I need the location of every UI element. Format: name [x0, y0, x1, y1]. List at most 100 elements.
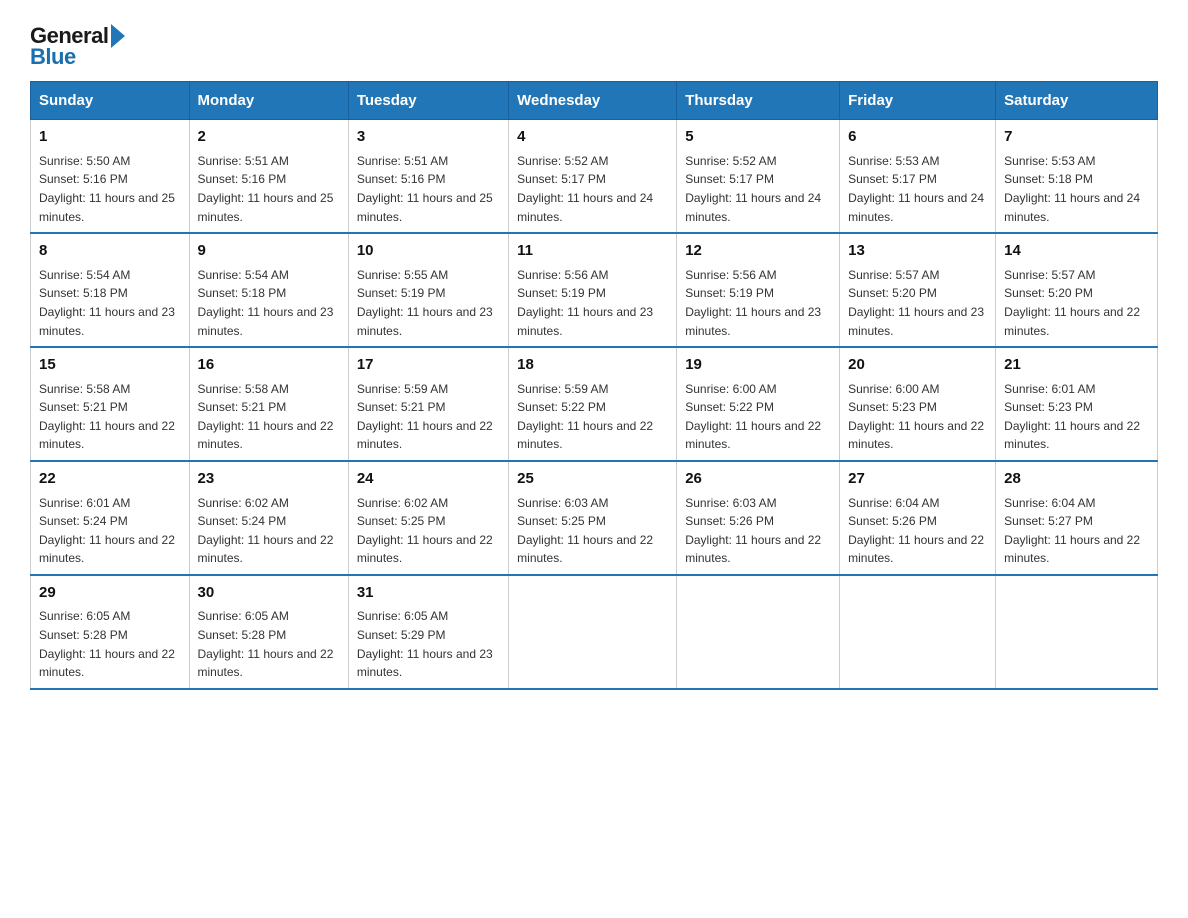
day-info: Sunrise: 6:05 AMSunset: 5:28 PMDaylight:…	[39, 607, 181, 681]
calendar-cell	[509, 575, 677, 689]
calendar-cell	[840, 575, 996, 689]
day-info: Sunrise: 6:05 AMSunset: 5:29 PMDaylight:…	[357, 607, 500, 681]
day-number: 24	[357, 468, 500, 491]
calendar-cell	[996, 575, 1158, 689]
header-friday: Friday	[840, 82, 996, 120]
day-info: Sunrise: 5:57 AMSunset: 5:20 PMDaylight:…	[848, 266, 987, 340]
page-header: General Blue	[30, 20, 1158, 69]
day-number: 5	[685, 126, 831, 149]
calendar-cell: 15 Sunrise: 5:58 AMSunset: 5:21 PMDayligh…	[31, 347, 190, 461]
calendar-cell: 7 Sunrise: 5:53 AMSunset: 5:18 PMDaylight…	[996, 120, 1158, 233]
day-number: 15	[39, 354, 181, 377]
day-info: Sunrise: 6:01 AMSunset: 5:23 PMDaylight:…	[1004, 380, 1149, 454]
day-number: 10	[357, 240, 500, 263]
header-thursday: Thursday	[677, 82, 840, 120]
day-info: Sunrise: 6:04 AMSunset: 5:27 PMDaylight:…	[1004, 494, 1149, 568]
day-number: 11	[517, 240, 668, 263]
calendar-header: SundayMondayTuesdayWednesdayThursdayFrid…	[31, 82, 1158, 120]
header-wednesday: Wednesday	[509, 82, 677, 120]
calendar-cell: 21 Sunrise: 6:01 AMSunset: 5:23 PMDayligh…	[996, 347, 1158, 461]
day-number: 12	[685, 240, 831, 263]
calendar-cell: 14 Sunrise: 5:57 AMSunset: 5:20 PMDayligh…	[996, 233, 1158, 347]
calendar-cell: 1 Sunrise: 5:50 AMSunset: 5:16 PMDaylight…	[31, 120, 190, 233]
day-info: Sunrise: 6:03 AMSunset: 5:26 PMDaylight:…	[685, 494, 831, 568]
header-tuesday: Tuesday	[348, 82, 508, 120]
calendar-cell: 6 Sunrise: 5:53 AMSunset: 5:17 PMDaylight…	[840, 120, 996, 233]
day-number: 14	[1004, 240, 1149, 263]
calendar-cell: 20 Sunrise: 6:00 AMSunset: 5:23 PMDayligh…	[840, 347, 996, 461]
day-number: 21	[1004, 354, 1149, 377]
day-info: Sunrise: 6:02 AMSunset: 5:24 PMDaylight:…	[198, 494, 340, 568]
calendar-cell: 8 Sunrise: 5:54 AMSunset: 5:18 PMDaylight…	[31, 233, 190, 347]
day-number: 27	[848, 468, 987, 491]
day-number: 9	[198, 240, 340, 263]
header-sunday: Sunday	[31, 82, 190, 120]
day-info: Sunrise: 5:55 AMSunset: 5:19 PMDaylight:…	[357, 266, 500, 340]
day-info: Sunrise: 5:53 AMSunset: 5:17 PMDaylight:…	[848, 152, 987, 226]
day-info: Sunrise: 5:58 AMSunset: 5:21 PMDaylight:…	[198, 380, 340, 454]
logo-blue-text: Blue	[30, 44, 76, 69]
day-info: Sunrise: 6:04 AMSunset: 5:26 PMDaylight:…	[848, 494, 987, 568]
calendar-cell: 24Sunrise: 6:02 AMSunset: 5:25 PMDayligh…	[348, 461, 508, 575]
day-number: 4	[517, 126, 668, 149]
calendar-cell: 22 Sunrise: 6:01 AMSunset: 5:24 PMDayligh…	[31, 461, 190, 575]
calendar-cell: 4 Sunrise: 5:52 AMSunset: 5:17 PMDaylight…	[509, 120, 677, 233]
day-info: Sunrise: 6:01 AMSunset: 5:24 PMDaylight:…	[39, 494, 181, 568]
calendar-cell: 5 Sunrise: 5:52 AMSunset: 5:17 PMDaylight…	[677, 120, 840, 233]
day-info: Sunrise: 5:56 AMSunset: 5:19 PMDaylight:…	[685, 266, 831, 340]
calendar-cell: 10 Sunrise: 5:55 AMSunset: 5:19 PMDayligh…	[348, 233, 508, 347]
day-info: Sunrise: 5:57 AMSunset: 5:20 PMDaylight:…	[1004, 266, 1149, 340]
day-number: 19	[685, 354, 831, 377]
logo: General Blue	[30, 24, 127, 69]
day-info: Sunrise: 5:51 AMSunset: 5:16 PMDaylight:…	[357, 152, 500, 226]
day-info: Sunrise: 5:59 AMSunset: 5:21 PMDaylight:…	[357, 380, 500, 454]
day-info: Sunrise: 5:53 AMSunset: 5:18 PMDaylight:…	[1004, 152, 1149, 226]
calendar-cell: 31Sunrise: 6:05 AMSunset: 5:29 PMDayligh…	[348, 575, 508, 689]
calendar-cell: 9 Sunrise: 5:54 AMSunset: 5:18 PMDaylight…	[189, 233, 348, 347]
calendar-cell: 28 Sunrise: 6:04 AMSunset: 5:27 PMDayligh…	[996, 461, 1158, 575]
day-number: 7	[1004, 126, 1149, 149]
day-number: 30	[198, 582, 340, 605]
day-number: 31	[357, 582, 500, 605]
day-number: 18	[517, 354, 668, 377]
header-saturday: Saturday	[996, 82, 1158, 120]
day-number: 29	[39, 582, 181, 605]
day-info: Sunrise: 5:52 AMSunset: 5:17 PMDaylight:…	[685, 152, 831, 226]
day-info: Sunrise: 5:58 AMSunset: 5:21 PMDaylight:…	[39, 380, 181, 454]
day-number: 8	[39, 240, 181, 263]
day-info: Sunrise: 5:54 AMSunset: 5:18 PMDaylight:…	[39, 266, 181, 340]
day-number: 17	[357, 354, 500, 377]
calendar-cell: 16Sunrise: 5:58 AMSunset: 5:21 PMDayligh…	[189, 347, 348, 461]
calendar-cell: 12 Sunrise: 5:56 AMSunset: 5:19 PMDayligh…	[677, 233, 840, 347]
calendar-cell: 3Sunrise: 5:51 AMSunset: 5:16 PMDaylight…	[348, 120, 508, 233]
day-number: 28	[1004, 468, 1149, 491]
calendar-cell: 2 Sunrise: 5:51 AMSunset: 5:16 PMDaylight…	[189, 120, 348, 233]
header-monday: Monday	[189, 82, 348, 120]
day-number: 22	[39, 468, 181, 491]
day-number: 6	[848, 126, 987, 149]
day-info: Sunrise: 5:50 AMSunset: 5:16 PMDaylight:…	[39, 152, 181, 226]
calendar-cell: 26 Sunrise: 6:03 AMSunset: 5:26 PMDayligh…	[677, 461, 840, 575]
day-number: 25	[517, 468, 668, 491]
day-number: 26	[685, 468, 831, 491]
calendar-cell: 18 Sunrise: 5:59 AMSunset: 5:22 PMDayligh…	[509, 347, 677, 461]
calendar-cell: 27 Sunrise: 6:04 AMSunset: 5:26 PMDayligh…	[840, 461, 996, 575]
calendar-cell: 19 Sunrise: 6:00 AMSunset: 5:22 PMDayligh…	[677, 347, 840, 461]
calendar-cell: 11Sunrise: 5:56 AMSunset: 5:19 PMDayligh…	[509, 233, 677, 347]
day-info: Sunrise: 5:51 AMSunset: 5:16 PMDaylight:…	[198, 152, 340, 226]
day-number: 2	[198, 126, 340, 149]
day-number: 23	[198, 468, 340, 491]
calendar-cell: 30Sunrise: 6:05 AMSunset: 5:28 PMDayligh…	[189, 575, 348, 689]
calendar-cell: 17 Sunrise: 5:59 AMSunset: 5:21 PMDayligh…	[348, 347, 508, 461]
day-number: 20	[848, 354, 987, 377]
day-info: Sunrise: 6:00 AMSunset: 5:23 PMDaylight:…	[848, 380, 987, 454]
calendar-cell: 13Sunrise: 5:57 AMSunset: 5:20 PMDayligh…	[840, 233, 996, 347]
day-number: 1	[39, 126, 181, 149]
calendar-cell	[677, 575, 840, 689]
calendar-table: SundayMondayTuesdayWednesdayThursdayFrid…	[30, 81, 1158, 689]
day-info: Sunrise: 6:05 AMSunset: 5:28 PMDaylight:…	[198, 607, 340, 681]
day-info: Sunrise: 5:54 AMSunset: 5:18 PMDaylight:…	[198, 266, 340, 340]
day-info: Sunrise: 6:00 AMSunset: 5:22 PMDaylight:…	[685, 380, 831, 454]
day-info: Sunrise: 5:52 AMSunset: 5:17 PMDaylight:…	[517, 152, 668, 226]
day-info: Sunrise: 5:59 AMSunset: 5:22 PMDaylight:…	[517, 380, 668, 454]
